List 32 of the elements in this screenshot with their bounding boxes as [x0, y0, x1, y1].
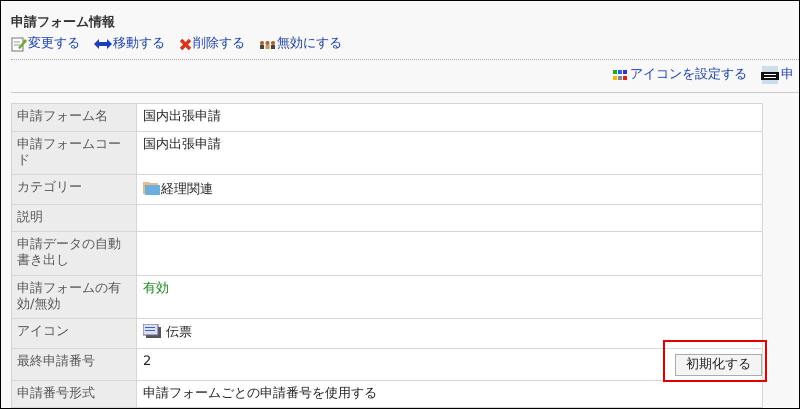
field-label: 最終申請番号 — [12, 348, 136, 380]
field-value: 国内出張申請 — [136, 104, 762, 132]
icon-set-link[interactable]: アイコンを設定する — [613, 65, 747, 85]
field-value: 伝票 — [136, 318, 762, 348]
folder-icon — [143, 180, 160, 195]
field-value: 国内出張申請 — [136, 132, 762, 174]
move-link[interactable]: 移動する — [94, 34, 165, 54]
reset-button[interactable]: 初期化する — [675, 354, 762, 376]
field-label: 申請フォーム名 — [12, 104, 136, 132]
field-value: 経理関連 — [136, 174, 762, 204]
field-label: 説明 — [12, 204, 136, 232]
close-icon — [179, 38, 192, 50]
field-value: 2 — [136, 348, 671, 380]
notepad-pencil-icon — [11, 36, 27, 52]
disable-link[interactable]: 無効にする — [259, 34, 342, 54]
field-label: 申請フォームコード — [12, 132, 136, 174]
field-value: 申請フォームごとの申請番号を使用する — [136, 380, 762, 408]
edit-link[interactable]: 変更する — [11, 34, 80, 54]
field-label: カテゴリー — [12, 174, 136, 204]
color-grid-icon — [613, 70, 628, 80]
people-icon — [259, 40, 276, 48]
field-label: 申請フォームの有効/無効 — [12, 276, 136, 318]
number-link[interactable]: 申 — [761, 65, 794, 85]
delete-link[interactable]: 削除する — [179, 34, 245, 54]
field-value: 有効 — [136, 276, 762, 318]
number-card-icon — [761, 66, 779, 84]
field-label: アイコン — [12, 318, 136, 348]
document-stack-icon — [143, 324, 161, 338]
double-arrow-icon — [94, 39, 112, 49]
field-label: 申請データの自動書き出し — [12, 232, 136, 276]
field-label: 申請番号形式 — [12, 380, 136, 408]
section-heading: 申請フォーム情報 — [11, 14, 116, 32]
